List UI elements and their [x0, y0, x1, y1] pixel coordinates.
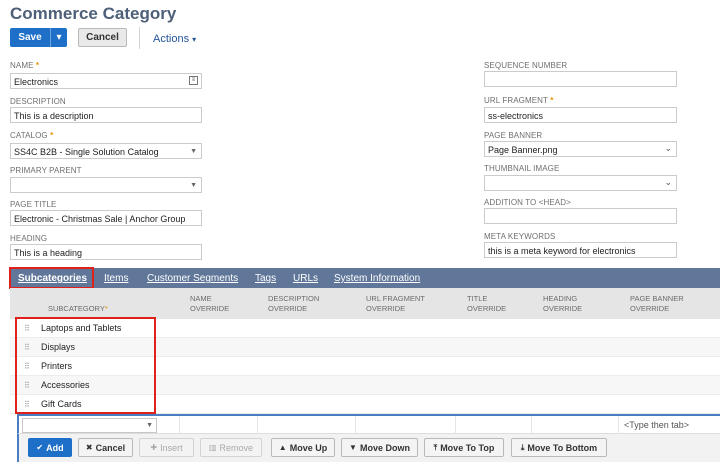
- chevron-down-icon: ▼: [190, 182, 197, 189]
- move-to-bottom-icon: ⤓: [520, 442, 525, 452]
- chevron-down-icon[interactable]: ▾: [50, 28, 67, 47]
- save-button[interactable]: Save ▾: [10, 28, 67, 47]
- move-up-button[interactable]: ▲ Move Up: [271, 438, 335, 457]
- chevron-down-icon: ▼: [190, 148, 197, 155]
- move-to-top-icon: ⤒: [433, 442, 438, 452]
- close-icon: ✖: [85, 443, 93, 452]
- heading-override-column-header[interactable]: HEADING OVERRIDE: [543, 294, 582, 314]
- name-label: NAME *: [10, 61, 40, 70]
- add-button[interactable]: ✔ Add: [28, 438, 72, 457]
- meta-keywords-label: META KEYWORDS: [484, 232, 556, 241]
- column-divider: [257, 416, 258, 435]
- actions-menu[interactable]: Actions ▾: [153, 33, 196, 45]
- tab-items[interactable]: Items: [104, 273, 128, 284]
- addition-to-head-field[interactable]: [484, 208, 677, 224]
- column-divider: [618, 416, 619, 435]
- page-title: Commerce Category: [10, 4, 177, 23]
- move-down-button[interactable]: ▼ Move Down: [341, 438, 418, 457]
- thumbnail-image-select[interactable]: ⌄: [484, 175, 677, 191]
- plus-icon: ✚: [150, 443, 158, 452]
- toolbar-divider: [139, 27, 140, 49]
- cancel-line-button[interactable]: ✖ Cancel: [78, 438, 133, 457]
- url-fragment-field[interactable]: ss-electronics: [484, 107, 677, 123]
- remove-button[interactable]: ▥ Remove: [200, 438, 262, 457]
- heading-field[interactable]: This is a heading: [10, 244, 202, 260]
- tab-urls[interactable]: URLs: [293, 273, 318, 284]
- page-banner-label: PAGE BANNER: [484, 131, 543, 140]
- required-marker: *: [35, 61, 40, 70]
- highlight-box: [15, 317, 156, 414]
- list-button-bar: ✔ Add ✖ Cancel ✚ Insert ▥ Remove ▲ Move Up ▼ M…: [17, 434, 720, 462]
- column-divider: [355, 416, 356, 435]
- tab-system-information[interactable]: System Information: [334, 273, 420, 284]
- description-field[interactable]: This is a description: [10, 107, 202, 123]
- save-button-label: Save: [18, 32, 42, 43]
- name-field[interactable]: Electronics ≡: [10, 73, 202, 89]
- arrow-up-icon: ▲: [278, 443, 287, 452]
- move-to-bottom-button[interactable]: ⤓ Move To Bottom: [511, 438, 607, 457]
- caret-down-icon: ▾: [192, 35, 197, 44]
- new-line-row: ▼ <Type then tab>: [17, 414, 720, 435]
- required-marker: *: [104, 304, 108, 313]
- url-fragment-label: URL FRAGMENT *: [484, 96, 554, 105]
- subcategory-column-header[interactable]: SUBCATEGORY*: [48, 304, 108, 314]
- arrow-down-icon: ▼: [349, 443, 357, 452]
- column-divider: [531, 416, 532, 435]
- description-override-column-header[interactable]: DESCRIPTION OVERRIDE: [268, 294, 319, 314]
- tab-tags[interactable]: Tags: [255, 273, 276, 284]
- thumbnail-image-label: THUMBNAIL IMAGE: [484, 164, 560, 173]
- primary-parent-select[interactable]: ▼: [10, 177, 202, 193]
- subtab-bar: Subcategories Items Customer Segments Ta…: [10, 268, 720, 288]
- heading-label: HEADING: [10, 234, 48, 243]
- edit-icon[interactable]: ≡: [189, 76, 198, 85]
- page-title-field[interactable]: Electronic - Christmas Sale | Anchor Gro…: [10, 210, 202, 226]
- column-divider: [179, 416, 180, 435]
- sequence-number-label: SEQUENCE NUMBER: [484, 61, 568, 70]
- required-marker: *: [50, 131, 54, 140]
- name-override-column-header[interactable]: NAME OVERRIDE: [190, 294, 229, 314]
- catalog-select[interactable]: SS4C B2B - Single Solution Catalog ▼: [10, 143, 202, 159]
- sequence-number-field[interactable]: [484, 71, 677, 87]
- double-chevron-down-icon: ⌄: [664, 177, 672, 187]
- title-override-column-header[interactable]: TITLE OVERRIDE: [467, 294, 506, 314]
- check-icon: ✔: [36, 443, 44, 452]
- addition-to-head-label: ADDITION TO <HEAD>: [484, 198, 571, 207]
- chevron-down-icon: ▼: [146, 422, 153, 429]
- double-chevron-down-icon: ⌄: [664, 143, 672, 153]
- trash-icon: ▥: [208, 443, 217, 452]
- move-to-top-button[interactable]: ⤒ Move To Top: [424, 438, 504, 457]
- page-banner-override-column-header[interactable]: PAGE BANNER OVERRIDE: [630, 294, 684, 314]
- actions-label: Actions: [153, 33, 190, 45]
- tab-customer-segments[interactable]: Customer Segments: [147, 273, 238, 284]
- subcategory-select[interactable]: ▼: [22, 418, 157, 433]
- highlight-box: [9, 267, 94, 289]
- description-label: DESCRIPTION: [10, 97, 66, 106]
- page-banner-override-input[interactable]: <Type then tab>: [624, 420, 689, 430]
- page-title-label: PAGE TITLE: [10, 200, 57, 209]
- primary-parent-label: PRIMARY PARENT: [10, 166, 82, 175]
- column-divider: [455, 416, 456, 435]
- cancel-button[interactable]: Cancel: [78, 28, 127, 47]
- page-banner-select[interactable]: Page Banner.png ⌄: [484, 141, 677, 157]
- catalog-label: CATALOG *: [10, 131, 54, 140]
- insert-button[interactable]: ✚ Insert: [139, 438, 194, 457]
- url-fragment-override-column-header[interactable]: URL FRAGMENT OVERRIDE: [366, 294, 425, 314]
- meta-keywords-field[interactable]: this is a meta keyword for electronics: [484, 242, 677, 258]
- table-header: SUBCATEGORY* NAME OVERRIDE DESCRIPTION OVE…: [10, 288, 720, 319]
- required-marker: *: [550, 96, 554, 105]
